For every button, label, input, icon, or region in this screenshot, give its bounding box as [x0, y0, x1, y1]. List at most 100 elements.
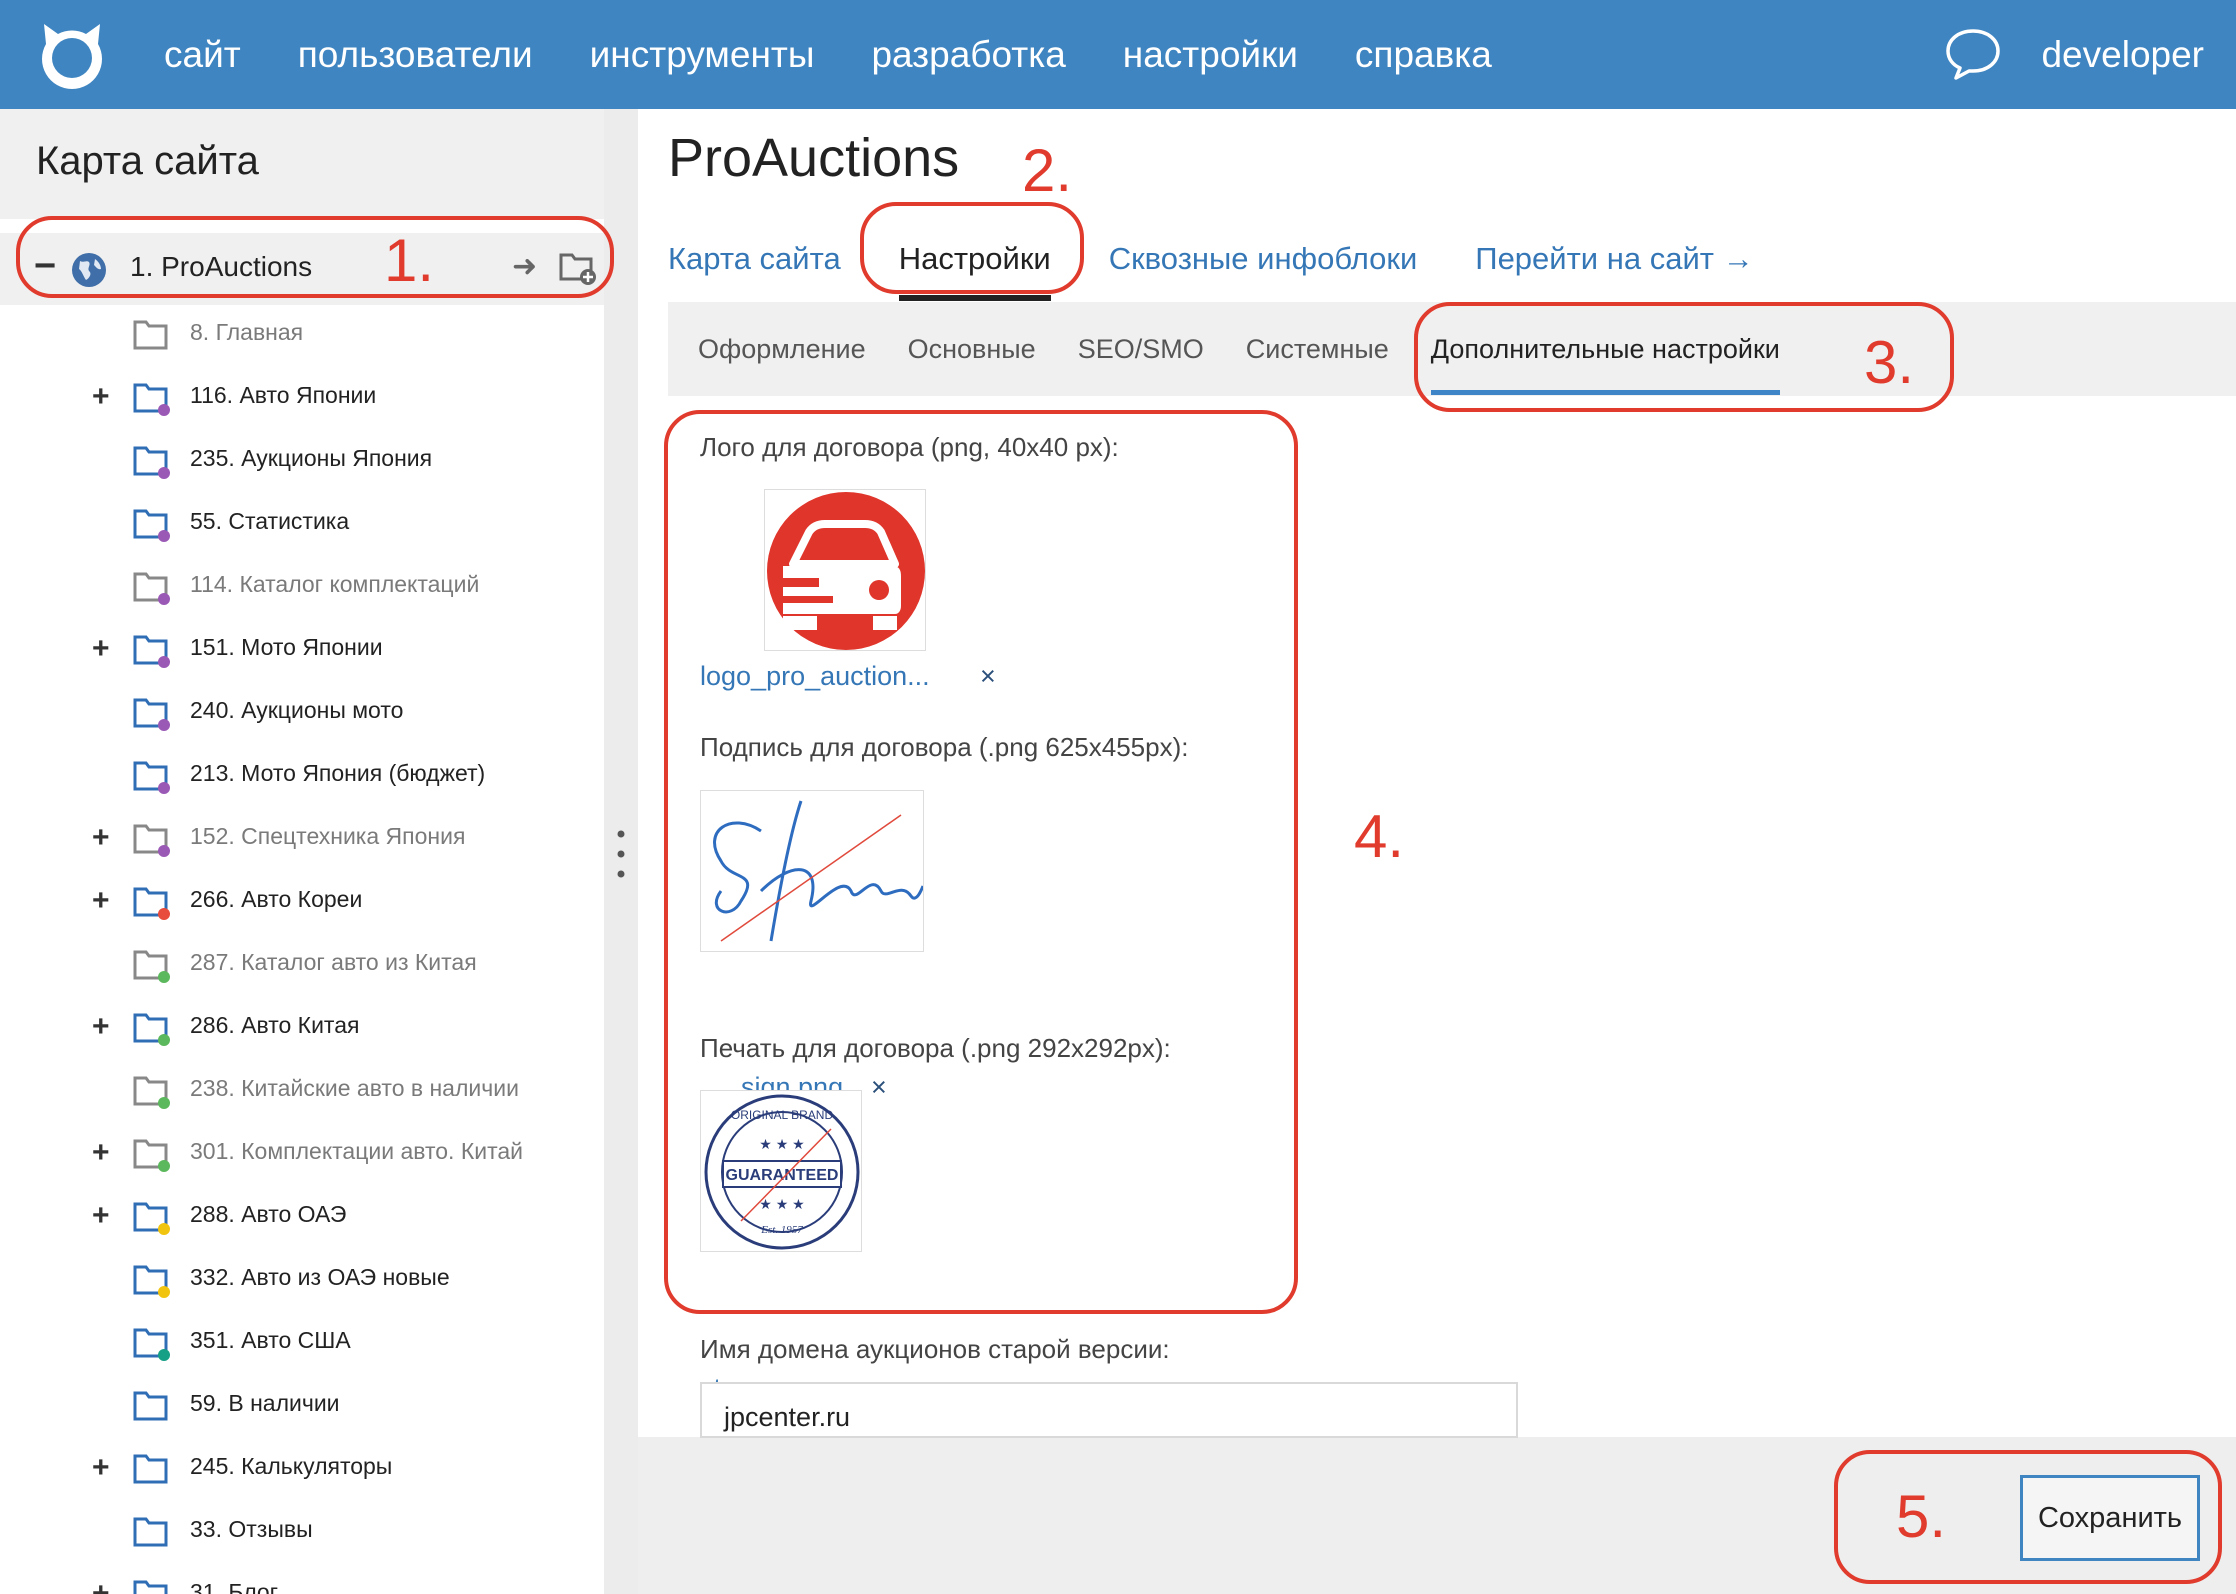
folder-icon: [133, 509, 170, 542]
splitter-handle-icon[interactable]: [612, 826, 630, 882]
save-button[interactable]: Сохранить: [2020, 1475, 2200, 1561]
tree-item-label: 116. Авто Японии: [190, 382, 377, 408]
tab-global-infoblocks[interactable]: Сквозные инфоблоки: [1109, 241, 1418, 277]
tree-item-label: 287. Каталог авто из Китая: [190, 949, 477, 975]
tree-item[interactable]: 240. Аукционы мото: [0, 687, 604, 750]
expand-plus-icon[interactable]: +: [92, 1199, 110, 1233]
status-dot: [158, 908, 170, 920]
expand-plus-icon[interactable]: +: [92, 821, 110, 855]
arrow-right-icon[interactable]: ➜: [512, 249, 537, 284]
tab-settings[interactable]: Настройки: [898, 241, 1051, 301]
tree-item-label: 213. Мото Япония (бюджет): [190, 760, 486, 786]
tree-item[interactable]: +31. Блог: [0, 1569, 604, 1594]
tree-item[interactable]: 33. Отзывы: [0, 1506, 604, 1569]
tree-item[interactable]: 55. Статистика: [0, 498, 604, 561]
menu-development[interactable]: разработка: [871, 34, 1065, 76]
status-dot: [158, 467, 170, 479]
expand-plus-icon[interactable]: +: [92, 632, 110, 666]
tree-item-label: 151. Мото Японии: [190, 634, 383, 660]
folder-icon: [133, 1328, 170, 1361]
expand-plus-icon[interactable]: +: [92, 1136, 110, 1170]
tree-item[interactable]: 287. Каталог авто из Китая: [0, 939, 604, 1002]
status-dot: [158, 593, 170, 605]
menu-tools[interactable]: инструменты: [590, 34, 815, 76]
tree-item-label: 114. Каталог комплектаций: [190, 571, 480, 597]
tree-item[interactable]: +245. Калькуляторы: [0, 1443, 604, 1506]
tree-item[interactable]: +286. Авто Китая: [0, 1002, 604, 1065]
tree-item[interactable]: 332. Авто из ОАЭ новые: [0, 1254, 604, 1317]
settings-subtabs-bar: Оформление Основные SEO/SMO Системные До…: [668, 302, 2236, 396]
logo-remove-icon[interactable]: ×: [980, 661, 996, 692]
tree-item-label: 152. Спецтехника Япония: [190, 823, 466, 849]
status-dot: [158, 530, 170, 542]
tree-item[interactable]: +288. Авто ОАЭ: [0, 1191, 604, 1254]
collapse-minus-icon[interactable]: −: [34, 245, 56, 288]
tree-item[interactable]: 59. В наличии: [0, 1380, 604, 1443]
folder-icon: [133, 1139, 170, 1172]
user-menu[interactable]: developer: [2041, 0, 2204, 109]
sidebar-header: Карта сайта: [0, 109, 604, 219]
subtab-seo-smo[interactable]: SEO/SMO: [1078, 334, 1204, 365]
top-navigation-bar: сайт пользователи инструменты разработка…: [0, 0, 2236, 109]
tree-root-label: 1. ProAuctions: [130, 251, 313, 282]
menu-users[interactable]: пользователи: [298, 34, 533, 76]
tree-root-item[interactable]: − 1. ProAuctions ➜: [0, 233, 604, 305]
sidebar-title: Карта сайта: [36, 139, 259, 183]
tree-item[interactable]: 213. Мото Япония (бюджет): [0, 750, 604, 813]
tree-item-label: 351. Авто США: [190, 1327, 351, 1353]
footer-bar: [638, 1437, 2236, 1594]
menu-site[interactable]: сайт: [164, 34, 241, 76]
folder-icon: [133, 1580, 168, 1594]
svg-text:★ ★ ★: ★ ★ ★: [759, 1136, 804, 1152]
tree-item-label: 286. Авто Китая: [190, 1012, 360, 1038]
subtab-main[interactable]: Основные: [908, 334, 1036, 365]
old-domain-input[interactable]: jpcenter.ru: [700, 1382, 1518, 1438]
tree-item[interactable]: +266. Авто Кореи: [0, 876, 604, 939]
menu-help[interactable]: справка: [1355, 34, 1492, 76]
tab-go-to-site[interactable]: Перейти на сайт →: [1475, 241, 1753, 277]
tree-item[interactable]: +151. Мото Японии: [0, 624, 604, 687]
svg-text:★ ★ ★: ★ ★ ★: [759, 1196, 804, 1212]
folder-icon: [133, 761, 170, 794]
subtab-additional-settings[interactable]: Дополнительные настройки: [1430, 334, 1780, 395]
folder-icon: [133, 950, 170, 983]
main-tabs: Карта сайта Настройки Сквозные инфоблоки…: [668, 229, 1812, 301]
logo-preview[interactable]: [764, 489, 926, 651]
tree-item[interactable]: 351. Авто США: [0, 1317, 604, 1380]
expand-plus-icon[interactable]: +: [92, 1577, 110, 1594]
subtab-design[interactable]: Оформление: [698, 334, 866, 365]
chat-bubble-icon[interactable]: [1944, 26, 2002, 82]
menu-settings[interactable]: настройки: [1123, 34, 1298, 76]
folder-add-icon[interactable]: [558, 247, 598, 287]
folder-icon: [133, 1202, 170, 1235]
tree-item[interactable]: 8. Главная: [0, 309, 604, 372]
folder-icon: [133, 1454, 168, 1484]
cat-logo-icon[interactable]: [36, 18, 108, 90]
tree-item[interactable]: 114. Каталог комплектаций: [0, 561, 604, 624]
subtab-system[interactable]: Системные: [1246, 334, 1389, 365]
expand-plus-icon[interactable]: +: [92, 884, 110, 918]
tree-item-label: 238. Китайские авто в наличии: [190, 1075, 519, 1101]
stamp-top-text: ORIGINAL BRAND: [731, 1108, 834, 1122]
expand-plus-icon[interactable]: +: [92, 380, 110, 414]
tree-item[interactable]: 238. Китайские авто в наличии: [0, 1065, 604, 1128]
tree-item[interactable]: +116. Авто Японии: [0, 372, 604, 435]
stamp-preview[interactable]: ORIGINAL BRAND ★ ★ ★ GUARANTEED ★ ★ ★ Es…: [700, 1090, 862, 1252]
tree-item[interactable]: +301. Комплектации авто. Китай: [0, 1128, 604, 1191]
tree-item-label: 31. Блог: [190, 1579, 279, 1594]
tree-item-label: 55. Статистика: [190, 508, 350, 534]
folder-icon: [133, 824, 170, 857]
logo-file-link[interactable]: logo_pro_auction...: [700, 661, 930, 692]
signature-preview[interactable]: [700, 790, 924, 952]
expand-plus-icon[interactable]: +: [92, 1451, 110, 1485]
status-dot: [158, 845, 170, 857]
expand-plus-icon[interactable]: +: [92, 1010, 110, 1044]
status-dot: [158, 719, 170, 731]
tree-item[interactable]: 235. Аукционы Япония: [0, 435, 604, 498]
tree-item-label: 240. Аукционы мото: [190, 697, 404, 723]
tree-item-label: 8. Главная: [190, 319, 304, 345]
stamp-image: ORIGINAL BRAND ★ ★ ★ GUARANTEED ★ ★ ★ Es…: [704, 1094, 860, 1250]
tree-item[interactable]: +152. Спецтехника Япония: [0, 813, 604, 876]
tab-site-map[interactable]: Карта сайта: [668, 241, 841, 277]
signature-remove-icon[interactable]: ×: [871, 1072, 887, 1103]
